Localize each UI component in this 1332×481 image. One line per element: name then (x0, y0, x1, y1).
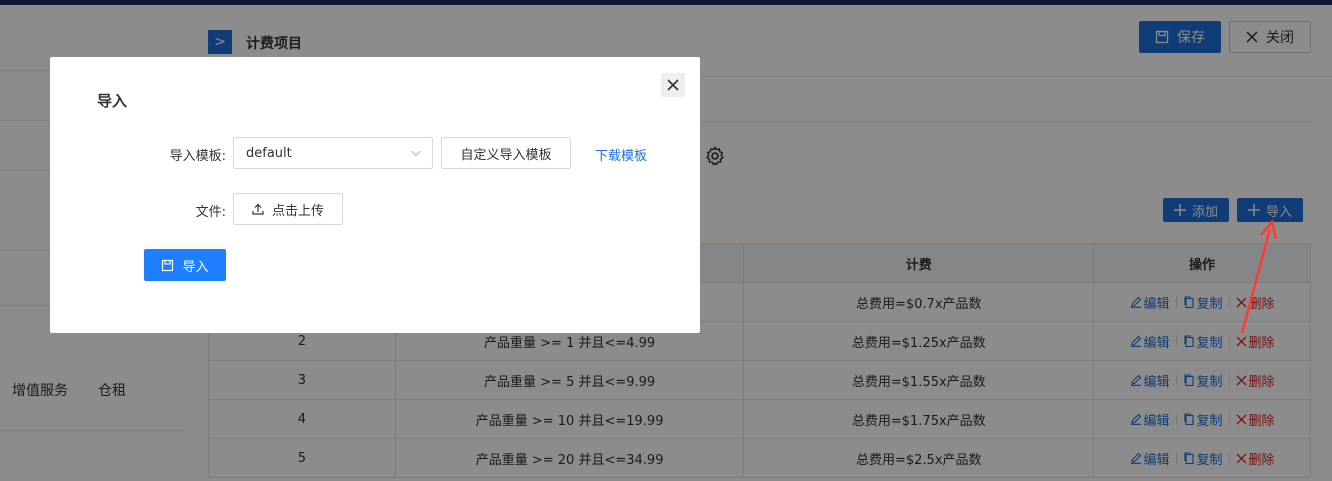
dialog-title: 导入 (97, 92, 128, 110)
upload-button-label: 点击上传 (271, 203, 324, 219)
import-dialog: 导入 导入模板: default 自定义导入模板 下载模板 文件: 点击上传 导… (50, 57, 700, 333)
template-label: 导入模板: (169, 149, 226, 164)
upload-button[interactable]: 点击上传 (233, 193, 343, 225)
template-select-value: default (246, 145, 292, 161)
custom-template-button[interactable]: 自定义导入模板 (441, 137, 571, 169)
dialog-import-button-label: 导入 (182, 259, 209, 275)
download-template-link[interactable]: 下载模板 (595, 145, 647, 164)
chevron-down-icon (411, 150, 421, 157)
save-icon (162, 259, 174, 271)
dialog-import-button[interactable]: 导入 (144, 249, 226, 281)
file-label: 文件: (195, 205, 226, 220)
template-select[interactable]: default (233, 137, 433, 169)
dialog-close-button[interactable] (661, 73, 685, 97)
close-icon (667, 79, 679, 91)
annotation-arrow-icon (1240, 219, 1278, 334)
upload-icon (252, 203, 264, 215)
